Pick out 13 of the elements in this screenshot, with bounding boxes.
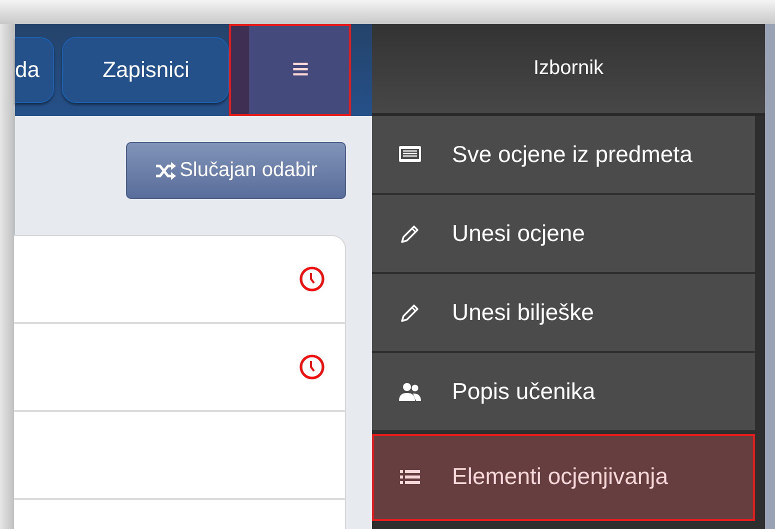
- menu-button[interactable]: ≡: [229, 24, 352, 116]
- menu-item[interactable]: Unesi bilješke: [372, 274, 755, 353]
- random-pick-button[interactable]: Slučajan odabir: [126, 142, 346, 199]
- clock-icon: [299, 266, 325, 292]
- toolbar-button[interactable]: Zapisnici: [62, 37, 230, 103]
- menu-item[interactable]: Unesi ocjene: [372, 195, 755, 274]
- toolbar-button[interactable]: da: [15, 37, 54, 103]
- menu-item[interactable]: Sve ocjene iz predmeta: [372, 116, 755, 195]
- clock-icon: [299, 354, 325, 380]
- shuffle-icon: [154, 162, 177, 180]
- menu-item[interactable]: Elementi ocjenjivanja: [372, 434, 755, 521]
- menu-item[interactable]: Popis učenika: [372, 353, 755, 432]
- menu-title: Izbornik: [533, 57, 604, 80]
